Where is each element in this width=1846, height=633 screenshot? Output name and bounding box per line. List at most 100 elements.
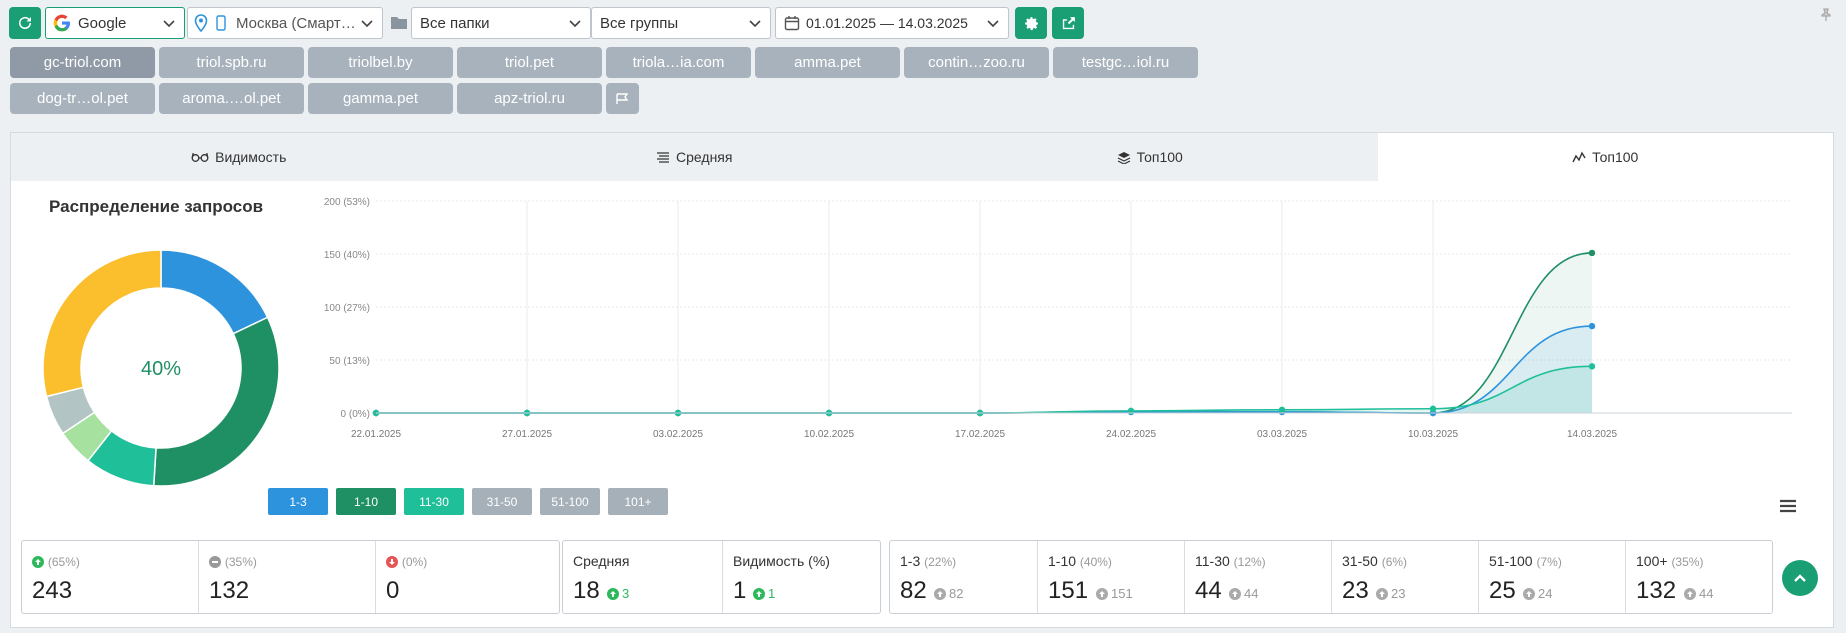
stat-up: (65%) 243	[22, 541, 199, 613]
stat-average-label: Средняя	[573, 553, 630, 569]
scroll-top-button[interactable]	[1782, 560, 1818, 596]
series-line-1-10[interactable]	[376, 252, 1593, 414]
export-button[interactable]	[1052, 7, 1084, 39]
y-tick-label: 0 (0%)	[341, 409, 370, 420]
x-tick-label: 03.02.2025	[653, 429, 703, 440]
hamburger-menu-icon[interactable]	[1779, 499, 1797, 513]
x-tick-label: 10.03.2025	[1408, 429, 1458, 440]
site-chip[interactable]: triol.spb.ru	[159, 47, 304, 78]
region-select[interactable]: Москва (Смарт…	[187, 7, 383, 39]
site-chip[interactable]: gamma.pet	[308, 83, 453, 114]
date-range-picker[interactable]: 01.01.2025 — 14.03.2025	[775, 7, 1009, 39]
stat-same-pct: (35%)	[224, 555, 257, 569]
stat-down-pct: (0%)	[401, 555, 428, 569]
chevron-down-icon	[361, 20, 373, 28]
stat-down: (0%) 0	[376, 541, 559, 613]
y-tick-label: 200 (53%)	[324, 197, 370, 208]
arrow-up-circle-icon	[1229, 587, 1241, 600]
site-chip[interactable]: triol.pet	[457, 47, 602, 78]
x-tick-label: 24.02.2025	[1106, 429, 1156, 440]
chevron-down-icon	[163, 20, 175, 28]
legend-item[interactable]: 1-10	[336, 488, 396, 515]
series-line-1-3[interactable]	[376, 325, 1593, 414]
site-chip[interactable]: gc-triol.com	[10, 47, 155, 78]
flag-filter-button[interactable]	[606, 83, 639, 114]
series-point-11-30[interactable]	[1278, 406, 1286, 414]
tab-top100-chart[interactable]: Топ100	[1377, 133, 1833, 181]
range-label: 31-50	[1342, 553, 1378, 569]
lines-icon	[657, 151, 670, 163]
range-label: 1-10	[1048, 553, 1077, 569]
site-chip[interactable]: contin…zoo.ru	[904, 47, 1049, 78]
series-area-1-3	[376, 326, 1592, 413]
legend-item[interactable]: 51-100	[540, 488, 600, 515]
folder-icon	[391, 17, 407, 29]
x-tick-label: 03.03.2025	[1257, 429, 1307, 440]
stat-visibility-label: Видимость (%)	[733, 553, 830, 569]
gear-icon	[1024, 16, 1038, 30]
donut-slice-1-10[interactable]	[152, 316, 280, 487]
legend-item[interactable]: 31-50	[472, 488, 532, 515]
series-point-11-30[interactable]	[1429, 405, 1437, 412]
legend-item[interactable]: 11-30	[404, 488, 464, 515]
stat-range-51-100: 51-100 (7%) 25 24	[1479, 541, 1626, 613]
range-value: 151	[1048, 577, 1089, 604]
donut-slice-1-3[interactable]	[160, 249, 269, 335]
chevron-up-icon	[1794, 574, 1806, 582]
y-tick-label: 50 (13%)	[329, 356, 370, 367]
range-pct: (12%)	[1233, 555, 1266, 569]
site-chip[interactable]: dog-tr…ol.pet	[10, 83, 155, 114]
range-value: 44	[1195, 577, 1222, 604]
settings-button[interactable]	[1015, 7, 1047, 39]
range-pct: (22%)	[924, 555, 957, 569]
pin-icon[interactable]	[1820, 8, 1832, 22]
y-tick-label: 150 (40%)	[324, 250, 370, 261]
groups-value: Все группы	[600, 14, 679, 32]
arrow-up-circle-icon	[1684, 587, 1696, 600]
range-label: 100+	[1636, 553, 1668, 569]
site-chip[interactable]: triola…ia.com	[606, 47, 751, 78]
x-tick-label: 17.02.2025	[955, 429, 1005, 440]
stat-same: (35%) 132	[199, 541, 376, 613]
refresh-button[interactable]	[9, 7, 41, 39]
search-engine-select[interactable]: Google	[45, 7, 185, 39]
folders-select[interactable]: Все папки	[411, 7, 591, 39]
stat-average: Средняя 18 3	[563, 541, 723, 613]
x-tick-label: 14.03.2025	[1567, 429, 1617, 440]
x-tick-label: 10.02.2025	[804, 429, 854, 440]
donut-center-label: 40%	[141, 358, 181, 380]
date-range-value: 01.01.2025 — 14.03.2025	[806, 15, 968, 31]
site-chip[interactable]: aroma.…ol.pet	[159, 83, 304, 114]
arrow-up-circle-icon	[32, 556, 44, 569]
series-point-1-10[interactable]	[1588, 249, 1596, 257]
range-label: 1-3	[900, 553, 921, 569]
arrow-up-circle-icon	[1376, 587, 1388, 600]
legend-item[interactable]: 1-3	[268, 488, 328, 515]
x-tick-label: 27.01.2025	[502, 429, 552, 440]
location-pin-icon	[194, 14, 208, 32]
arrow-up-circle-icon	[934, 587, 946, 600]
site-chip[interactable]: triolbel.by	[308, 47, 453, 78]
site-chip[interactable]: testgc…iol.ru	[1053, 47, 1198, 78]
range-delta: 151	[1111, 586, 1133, 601]
site-chip[interactable]: apz-triol.ru	[457, 83, 602, 114]
region-value: Москва (Смарт…	[236, 14, 356, 32]
stat-visibility: Видимость (%) 1 1	[723, 541, 880, 613]
site-chip[interactable]: amma.pet	[755, 47, 900, 78]
series-point-11-30[interactable]	[1588, 363, 1596, 370]
series-line-11-30[interactable]	[376, 365, 1593, 414]
chevron-down-icon	[569, 20, 581, 28]
tab-top100-layers[interactable]: Топ100	[922, 133, 1378, 181]
groups-select[interactable]: Все группы	[591, 7, 771, 39]
series-point-1-3[interactable]	[1588, 322, 1596, 330]
layers-icon	[1117, 151, 1130, 164]
tab-visibility[interactable]: Видимость	[11, 133, 467, 181]
stat-range-1-3: 1-3 (22%) 82 82	[890, 541, 1038, 613]
tab-average[interactable]: Средняя	[467, 133, 923, 181]
range-value: 23	[1342, 577, 1369, 604]
stat-same-value: 132	[209, 577, 250, 604]
chart-tabs: Видимость Средняя Топ100 Топ100	[11, 133, 1833, 181]
tab-label: Средняя	[676, 149, 733, 165]
legend-item[interactable]: 101+	[608, 488, 668, 515]
range-value: 82	[900, 577, 927, 604]
